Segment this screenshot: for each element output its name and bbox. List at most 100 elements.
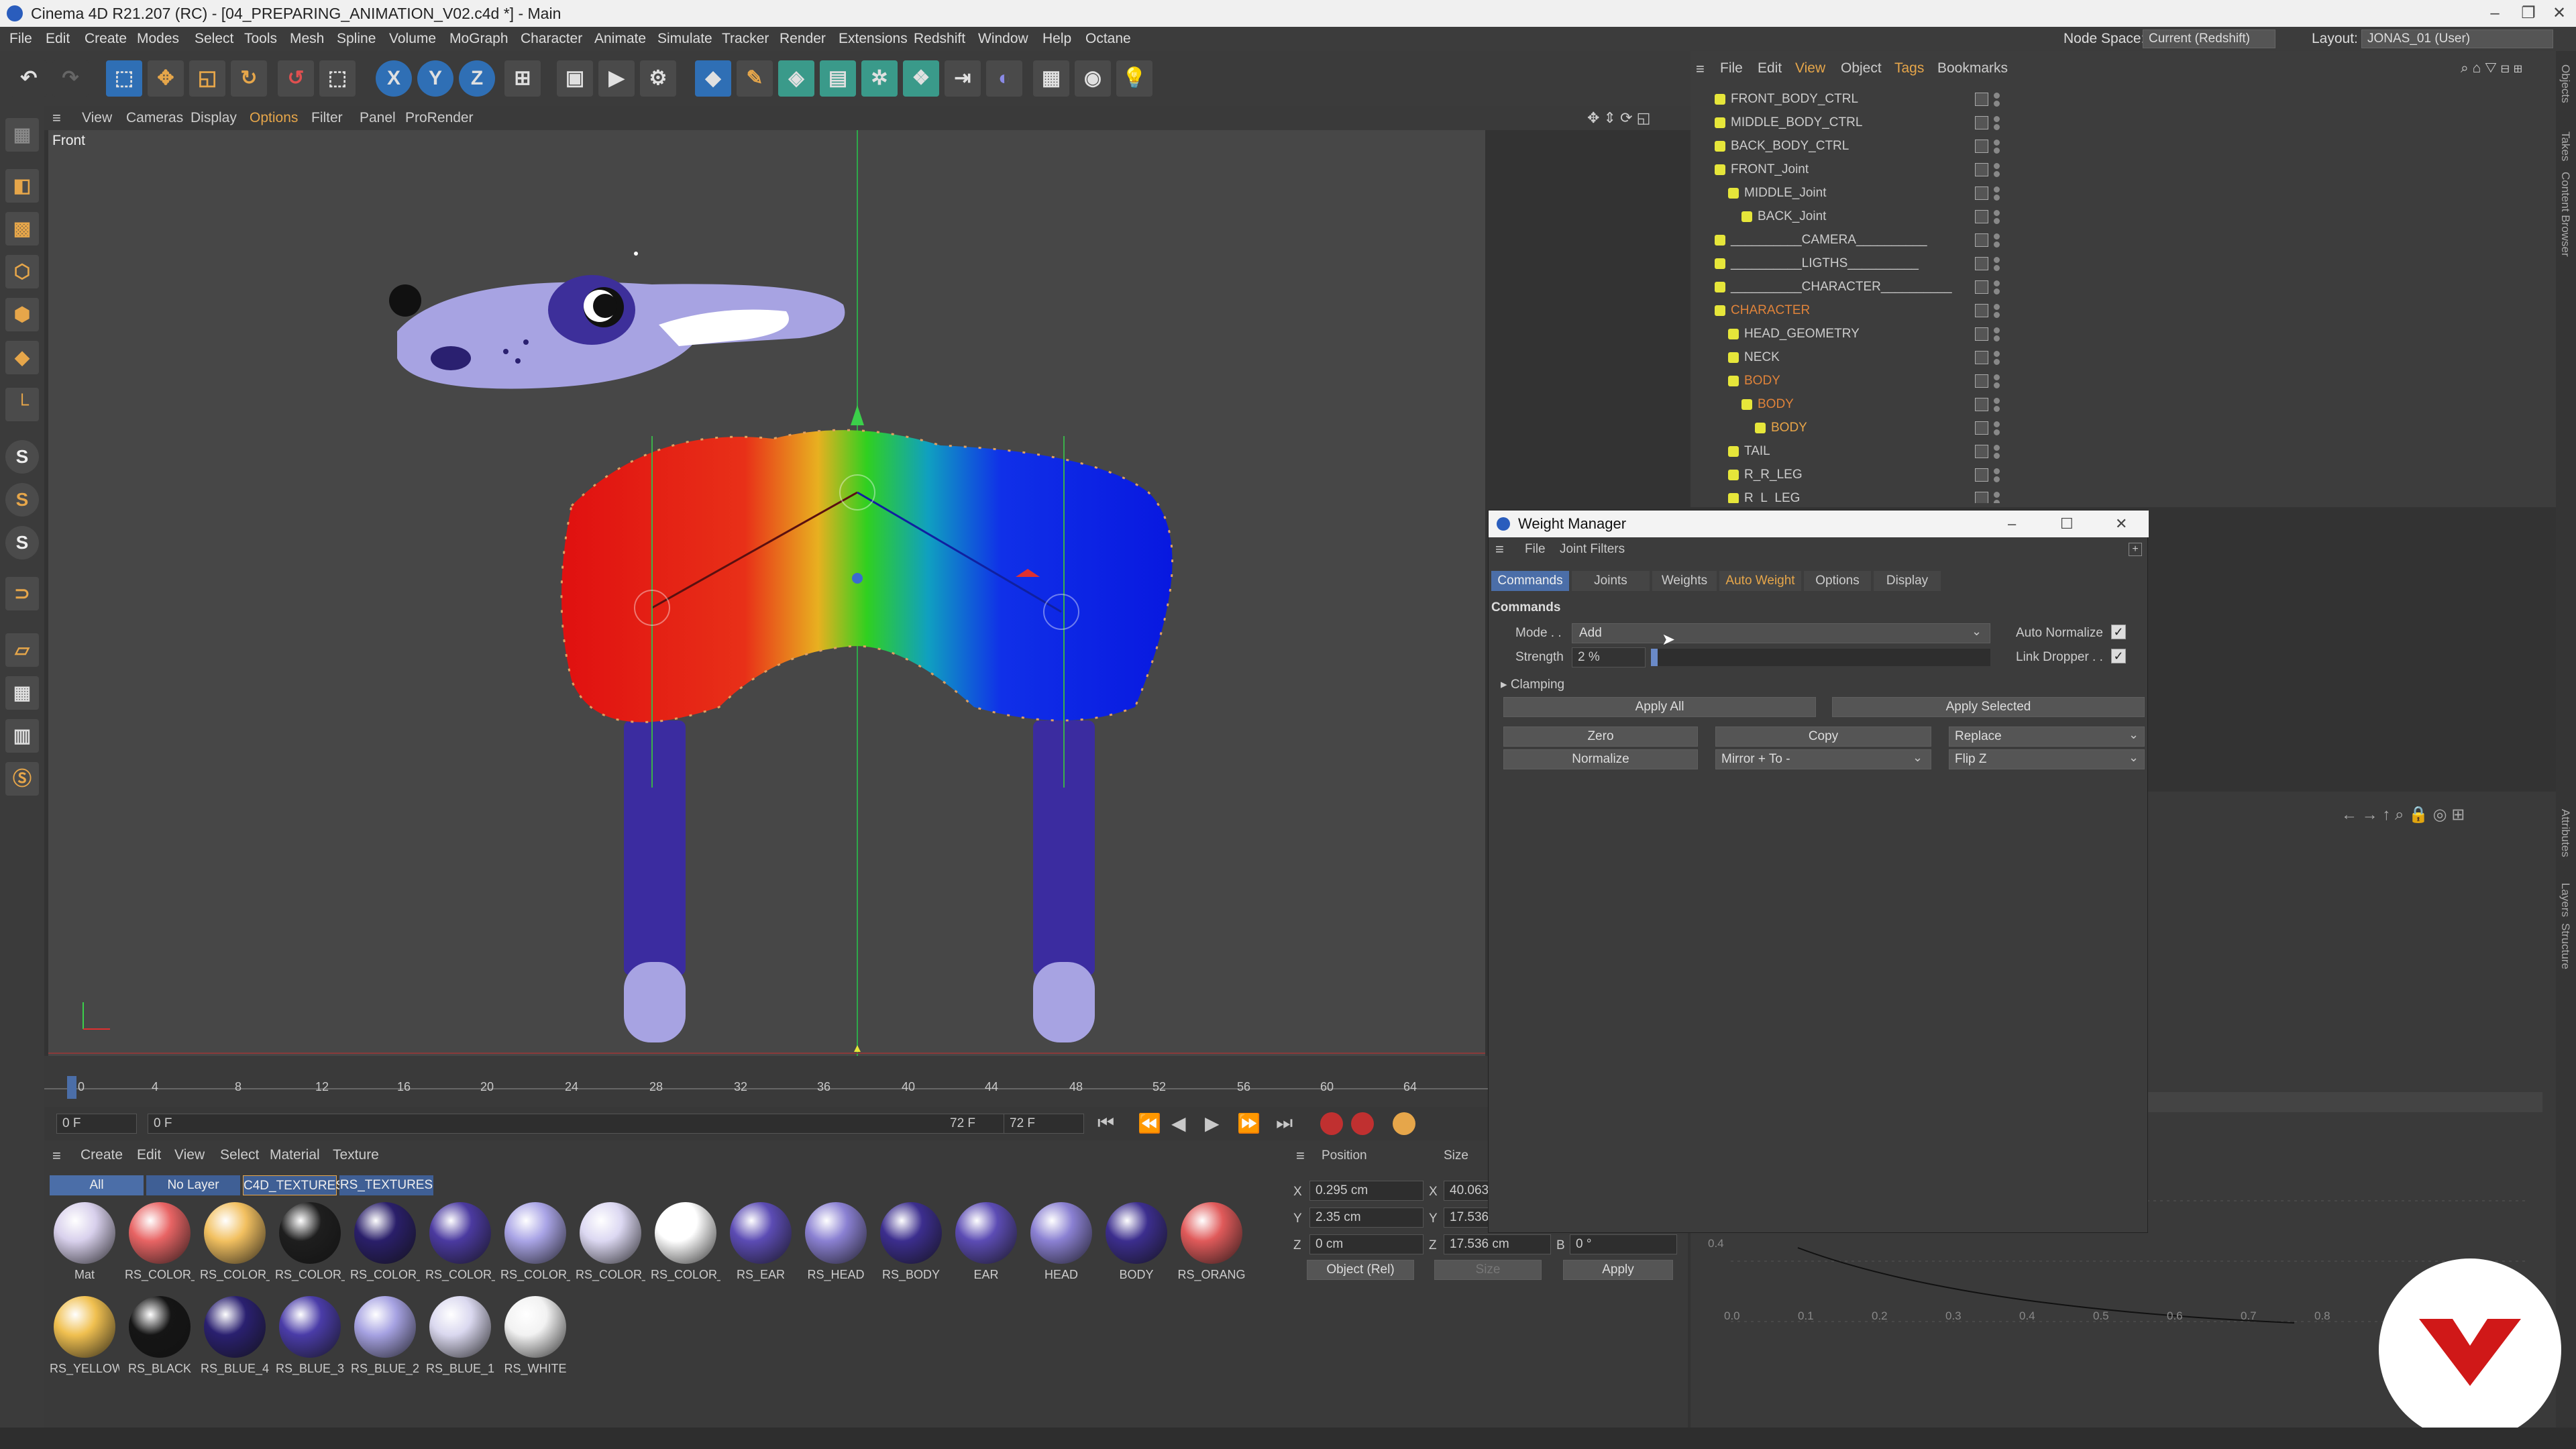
editor-visibility-icon[interactable] — [1994, 186, 2000, 193]
menu-item[interactable]: Character — [521, 27, 582, 51]
material-swatch[interactable]: RS_COLOR_ — [125, 1198, 195, 1285]
object-row[interactable]: MIDDLE_BODY_CTRL — [1690, 111, 2556, 134]
redo-icon[interactable]: ↷ — [52, 60, 89, 97]
object-row[interactable]: HEAD_GEOMETRY — [1690, 322, 2556, 345]
menu-item[interactable]: MoGraph — [449, 27, 508, 51]
material-swatch[interactable]: RS_COLOR_ — [651, 1198, 720, 1285]
hamburger-icon[interactable]: ≡ — [52, 111, 61, 125]
material-swatch[interactable]: RS_BLUE_2 — [350, 1292, 420, 1379]
object-row[interactable]: CHARACTER — [1690, 299, 2556, 322]
hamburger-icon[interactable]: ≡ — [52, 1147, 61, 1165]
editor-visibility-icon[interactable] — [1994, 280, 2000, 286]
side-tab-takes[interactable]: Takes — [2559, 131, 2572, 161]
render-visibility-icon[interactable] — [1994, 265, 2000, 271]
side-tab-structure[interactable]: Structure — [2559, 923, 2572, 969]
object-row[interactable]: __________CHARACTER__________ — [1690, 275, 2556, 299]
strength-slider[interactable] — [1651, 649, 1990, 666]
tab-options[interactable]: Options — [1804, 571, 1871, 591]
next-key-icon[interactable]: ⏩ — [1237, 1112, 1260, 1134]
hamburger-icon[interactable]: ≡ — [1495, 537, 1504, 561]
viewport-menu-item[interactable]: Panel — [360, 106, 396, 130]
side-tab-layers[interactable]: Layers — [2559, 883, 2572, 917]
render-visibility-icon[interactable] — [1994, 218, 2000, 224]
coordinate-mode-select[interactable]: Object (Rel) — [1307, 1260, 1414, 1280]
copy-button[interactable]: Copy — [1715, 727, 1931, 747]
object-enable-checkbox[interactable] — [1975, 116, 1988, 129]
material-swatch[interactable]: BODY — [1102, 1198, 1171, 1285]
object-menu-item[interactable]: File — [1720, 60, 1743, 76]
object-search-icons[interactable]: ⌕ ⌂ ▽ ⊟ ⊞ — [2461, 60, 2522, 76]
x-axis-lock-button[interactable]: X — [376, 60, 412, 97]
editor-visibility-icon[interactable] — [1994, 116, 2000, 122]
object-menu-item[interactable]: Tags — [1894, 60, 1924, 76]
object-enable-checkbox[interactable] — [1975, 492, 1988, 503]
points-mode-icon[interactable]: ⬡ — [5, 255, 39, 288]
object-name[interactable]: BODY — [1744, 369, 1780, 392]
side-tab-attributes[interactable]: Attributes — [2559, 809, 2572, 857]
workplane-icon[interactable]: ▱ — [5, 633, 39, 667]
menu-item[interactable]: Redshift — [914, 27, 965, 51]
rotate-icon[interactable]: ↻ — [231, 60, 267, 97]
edges-mode-icon[interactable]: ⬢ — [5, 298, 39, 331]
render-visibility-icon[interactable] — [1994, 406, 2000, 412]
side-tab-content-browser[interactable]: Content Browser — [2559, 172, 2572, 257]
viewport-menu-item[interactable]: Display — [191, 106, 237, 130]
position-y-field[interactable]: 2.35 cm — [1309, 1208, 1424, 1228]
play-reverse-icon[interactable]: ◀ — [1171, 1112, 1186, 1134]
cube-icon[interactable]: ◆ — [695, 60, 731, 97]
polygons-mode-icon[interactable]: ◆ — [5, 341, 39, 374]
object-name[interactable]: CHARACTER — [1731, 299, 1810, 322]
material-swatch[interactable]: RS_HEAD — [801, 1198, 871, 1285]
editor-visibility-icon[interactable] — [1994, 233, 2000, 239]
render-picture-viewer-icon[interactable]: ▶ — [598, 60, 635, 97]
tab-joints[interactable]: Joints — [1572, 571, 1650, 591]
editor-visibility-icon[interactable] — [1994, 492, 2000, 498]
object-name[interactable]: NECK — [1744, 345, 1780, 369]
current-frame-field[interactable]: 0 F — [56, 1114, 137, 1134]
grid-icon[interactable]: ▦ — [5, 676, 39, 710]
layout-select[interactable]: JONAS_01 (User) — [2361, 30, 2553, 48]
render-visibility-icon[interactable] — [1994, 195, 2000, 201]
coordinate-system-icon[interactable]: ⊞ — [504, 60, 541, 97]
object-name[interactable]: BODY — [1758, 392, 1794, 416]
magnet-icon[interactable]: ⊃ — [5, 577, 39, 610]
side-tab-objects[interactable]: Objects — [2559, 64, 2572, 103]
position-z-field[interactable]: 0 cm — [1309, 1234, 1424, 1254]
object-row[interactable]: FRONT_BODY_CTRL — [1690, 87, 2556, 111]
maximize-icon[interactable]: ☐ — [2060, 511, 2074, 537]
object-name[interactable]: FRONT_Joint — [1731, 158, 1809, 181]
filter-rs-textures[interactable]: RS_TEXTURES — [339, 1175, 433, 1195]
material-swatch[interactable]: RS_COLOR_ — [576, 1198, 645, 1285]
menu-item[interactable]: Tools — [244, 27, 277, 51]
object-row[interactable]: BACK_Joint — [1690, 205, 2556, 228]
floor-icon[interactable]: ▦ — [1033, 60, 1069, 97]
object-enable-checkbox[interactable] — [1975, 374, 1988, 388]
filter-all[interactable]: All — [50, 1175, 144, 1195]
live-selection-icon[interactable]: ⬚ — [106, 60, 142, 97]
viewport-menu-item[interactable]: View — [82, 106, 112, 130]
menu-item[interactable]: Render — [780, 27, 826, 51]
viewport-menu-item[interactable]: Options — [250, 106, 298, 130]
object-name[interactable]: MIDDLE_BODY_CTRL — [1731, 111, 1862, 134]
snap-button[interactable]: S — [5, 440, 39, 474]
menu-item[interactable]: Volume — [389, 27, 436, 51]
object-name[interactable]: MIDDLE_Joint — [1744, 181, 1827, 205]
subdivision-icon[interactable]: ◈ — [778, 60, 814, 97]
paint-weights-icon[interactable]: Ⓢ — [5, 762, 39, 796]
editor-visibility-icon[interactable] — [1994, 93, 2000, 99]
tab-display[interactable]: Display — [1874, 571, 1941, 591]
menu-item[interactable]: Edit — [46, 27, 70, 51]
object-row[interactable]: R_L_LEG — [1690, 486, 2556, 503]
y-axis-lock-button[interactable]: Y — [417, 60, 453, 97]
link-dropper-checkbox[interactable]: ✓ — [2111, 649, 2126, 663]
auto-normalize-checkbox[interactable]: ✓ — [2111, 625, 2126, 639]
position-x-field[interactable]: 0.295 cm — [1309, 1181, 1424, 1201]
goto-start-icon[interactable]: ⏮ — [1097, 1112, 1114, 1134]
scale-icon[interactable]: ◱ — [189, 60, 225, 97]
object-enable-checkbox[interactable] — [1975, 468, 1988, 482]
material-swatch[interactable]: RS_EAR — [726, 1198, 796, 1285]
editor-visibility-icon[interactable] — [1994, 374, 2000, 380]
workplane-snap-button[interactable]: S — [5, 526, 39, 559]
object-name[interactable]: R_R_LEG — [1744, 463, 1803, 486]
minimize-icon[interactable]: – — [2008, 511, 2016, 537]
